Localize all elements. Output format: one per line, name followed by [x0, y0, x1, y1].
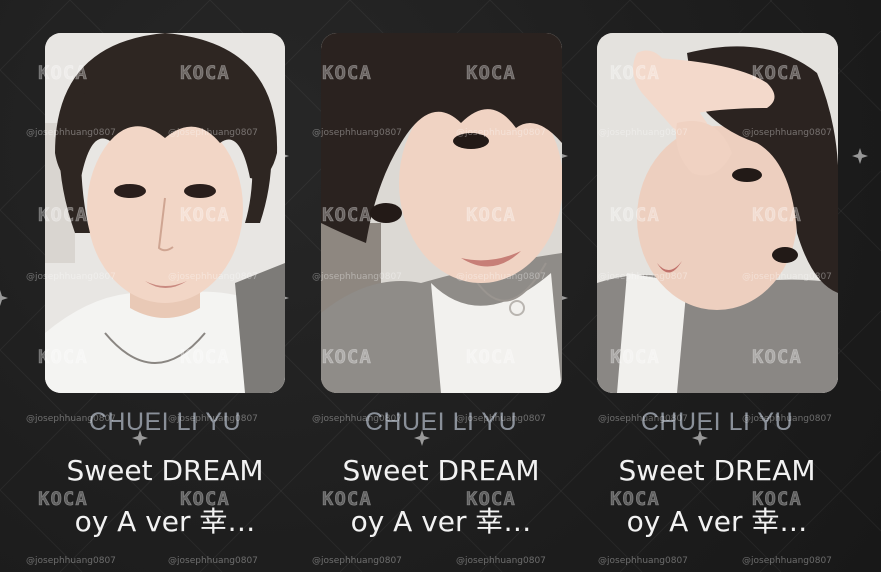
photocard-image[interactable] — [321, 33, 562, 393]
member-name: CHUEI LI YU — [640, 408, 794, 436]
photocard-item[interactable]: CHUEI LI YU Sweet DREAM oy A ver 幸… — [276, 0, 562, 572]
card-title-line1[interactable]: Sweet DREAM — [552, 454, 881, 487]
photocard-item[interactable]: CHUEI LI YU Sweet DREAM oy A ver 幸… — [552, 0, 838, 572]
photocard-image[interactable] — [45, 33, 285, 393]
photocard-item[interactable]: CHUEI LI YU Sweet DREAM oy A ver 幸… — [0, 0, 285, 572]
card-title-line2[interactable]: oy A ver 幸… — [552, 500, 881, 540]
photocard-image[interactable] — [597, 33, 838, 393]
photocard-listing-page: CHUEI LI YU Sweet DREAM oy A ver 幸… CHUE… — [0, 0, 881, 572]
